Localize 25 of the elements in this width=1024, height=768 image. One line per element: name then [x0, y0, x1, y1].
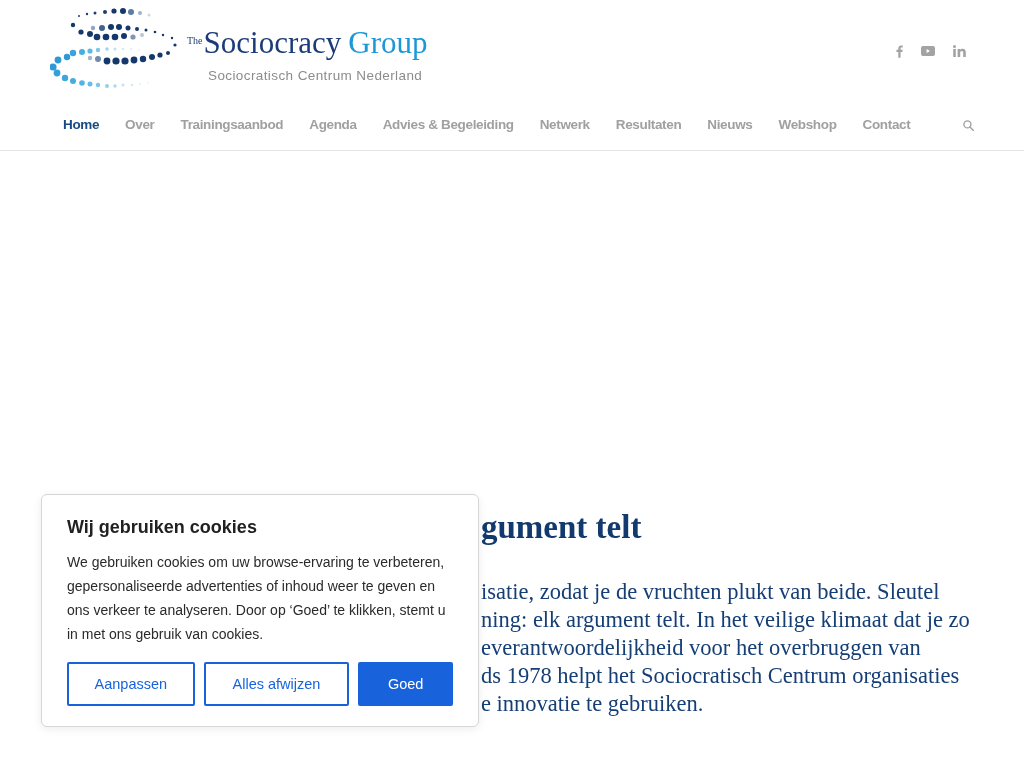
nav-link[interactable]: Contact — [849, 115, 924, 135]
search-icon[interactable] — [963, 119, 974, 131]
facebook-icon[interactable] — [896, 44, 903, 58]
nav-link[interactable]: Over — [112, 115, 168, 135]
logo-name: Sociocracy — [203, 26, 342, 60]
nav-link[interactable]: Webshop — [765, 115, 850, 135]
nav-link[interactable]: Nieuws — [694, 115, 766, 135]
linkedin-icon[interactable] — [953, 45, 966, 57]
primary-button[interactable]: Goed — [358, 662, 453, 706]
outline-button[interactable]: Aanpassen — [67, 662, 195, 706]
intro-paragraph: isatie, zodat je de vruchten plukt van beide. Sleutel ning: elk argument telt. In het veilige klimaat dat je zo everantwoordelijkheid voor het overbruggen van ds 1978 helpt het Sociocratisch Centrum organisaties e innovatie te gebruiken. — [481, 578, 970, 718]
nav-link[interactable]: Home — [50, 115, 113, 135]
section-heading: gument telt — [481, 508, 642, 547]
dialog-text: We gebruiken cookies om uw browse-ervaring te verbeteren, gepersonaliseerde advertenties of inhoud weer te geven en ons verkeer te analyseren. Door op ‘Goed’ te klikken, stemt u in met ons gebruik van cookies. — [67, 553, 447, 644]
logo-prefix: The — [187, 35, 203, 47]
nav-link[interactable]: Agenda — [296, 115, 370, 135]
dialog-title: Wij gebruiken cookies — [67, 516, 258, 539]
nav-link[interactable]: Advies & Begeleiding — [369, 115, 527, 135]
logo-tagline: Sociocratisch Centrum Nederland — [208, 67, 423, 85]
nav-link[interactable]: Trainingsaanbod — [167, 115, 297, 135]
nav-link[interactable]: Resultaten — [602, 115, 695, 135]
nav-link[interactable]: Netwerk — [526, 115, 603, 135]
logo-name-accent: Group — [348, 26, 428, 60]
youtube-icon[interactable] — [921, 46, 935, 56]
outline-button[interactable]: Alles afwijzen — [203, 662, 350, 706]
